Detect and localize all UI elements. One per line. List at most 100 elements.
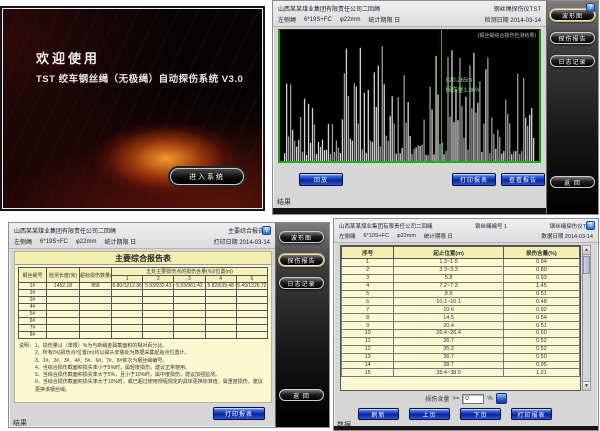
report-row[interactable]: 5# <box>19 311 268 318</box>
damage-filter: 损伤含量 >= % <box>334 393 598 404</box>
damage-row[interactable]: 2 3.3~3.3 0.80 <box>342 266 580 274</box>
action-button[interactable]: 上页 <box>409 408 450 420</box>
damage-row[interactable]: 6 10.1~10.1 0.48 <box>342 298 580 306</box>
cell-index: 14 <box>342 361 394 369</box>
sub-col-header: 4 <box>205 276 236 283</box>
scroll-down-icon[interactable]: ▼ <box>583 381 590 390</box>
cell-position: 26.4~26.4 <box>394 330 503 338</box>
splash-screen: 欢迎使用 TST 绞车钢丝绳（无极绳）自动探伤系统 V3.0 进入系统 <box>0 6 265 211</box>
company-label: 山西某某煤业集团有限责任公司二回绳 <box>278 4 380 13</box>
cursor-damage: 损伤量1.86% <box>446 87 481 97</box>
cell-damage-5 <box>236 311 267 318</box>
damage-row[interactable]: 15 38.4~38.5 1.21 <box>342 369 580 377</box>
report-row[interactable]: 6# <box>19 318 268 325</box>
damage-row[interactable]: 13 36.7 0.50 <box>342 353 580 361</box>
cell-position: 38.7 <box>394 361 503 369</box>
cell-damage-3 <box>174 311 205 318</box>
note-line: 3、1#、2#、3#、4#、5#、6#、7#、8#依次为钢丝绳编号。 <box>35 358 267 365</box>
report-row[interactable]: 4# <box>19 304 268 311</box>
cell-damage-1 <box>112 318 143 325</box>
col-damage: 损伤含量(%) <box>503 247 579 259</box>
print-report-button[interactable]: 打印报表 <box>452 173 496 186</box>
report-notes: 说明： 1、损伤量以（单根）%为与新绳金属截面积的相对百分比。2、所有(%)损伤… <box>15 341 271 394</box>
damage-row[interactable]: 10 26.4~26.4 0.60 <box>342 330 580 338</box>
report-sheet: 主要综合报告表 钢丝绳号 检测长度(米) 超标损伤数量(处) 五处主要损伤点的损… <box>14 251 272 403</box>
waveform-chart[interactable]: (钢丝绳综合损伤检测结果) 820.265m 损伤量1.86% <box>278 29 541 163</box>
damage-row[interactable]: 9 20.4 0.51 <box>342 322 580 330</box>
cell-damage-5 <box>236 325 267 332</box>
sub-col-header: 1 <box>112 276 143 283</box>
cell-damage-5: 5.49/1326.72 <box>236 283 267 290</box>
menu-back-button[interactable]: 返 回 <box>279 389 324 401</box>
report-row[interactable]: 1# 1452.18 868 6.80/1212.36 5.93/932.43 … <box>19 283 268 290</box>
cell-rope-no: 6# <box>19 318 47 325</box>
side-menu: 波形图 探伤报告 日志记录 返 回 <box>546 1 598 214</box>
cell-index: 8 <box>342 314 394 322</box>
damage-row[interactable]: 11 26.7 0.52 <box>342 337 580 345</box>
cell-damage: 1.45 <box>503 282 579 290</box>
report-row[interactable]: 8# <box>19 332 268 339</box>
table-scrollbar[interactable]: ▲ ▼ <box>582 245 591 391</box>
menu-report-button[interactable]: 探伤报告 <box>550 32 595 44</box>
help-icon[interactable]: ? <box>262 226 271 235</box>
damage-row[interactable]: 3 5.8 0.93 <box>342 274 580 282</box>
action-button[interactable]: 下页 <box>460 408 501 420</box>
waveform-window: 山西某某煤业集团有限责任公司二回绳 钢丝绳探伤仪TST 左侧绳 6*19S+FC… <box>272 0 599 215</box>
cell-rope-no: 5# <box>19 311 47 318</box>
cell-damage-2 <box>143 304 174 311</box>
report-row[interactable]: 2# <box>19 290 268 297</box>
view-report-button[interactable]: 查看报告 <box>501 173 545 186</box>
menu-log-button[interactable]: 日志记录 <box>279 277 324 289</box>
cell-length <box>47 304 80 311</box>
damage-row[interactable]: 5 8.9 0.51 <box>342 290 580 298</box>
cell-position: 5.8 <box>394 274 503 282</box>
enter-system-button[interactable]: 进入系统 <box>170 168 244 185</box>
damage-row[interactable]: 12 35.2 0.52 <box>342 345 580 353</box>
filter-apply-button[interactable] <box>496 393 507 404</box>
report-row[interactable]: 3# <box>19 297 268 304</box>
menu-report-button[interactable]: 探伤报告 <box>279 254 324 266</box>
cell-index: 13 <box>342 353 394 361</box>
col-count: 超标损伤数量(处) <box>80 268 112 283</box>
cell-damage: 0.48 <box>503 298 579 306</box>
damage-list-window: 山西某某煤业集团有限责任公司二回绳 钢丝绳编号 1 钢丝绳探伤仪TST 左侧绳 … <box>333 218 599 431</box>
damage-row[interactable]: 4 7.2~7.3 1.45 <box>342 282 580 290</box>
print-report-button[interactable]: 打印报表 <box>213 407 265 420</box>
cell-index: 15 <box>342 369 394 377</box>
menu-waveform-button[interactable]: 波形图 <box>279 231 324 243</box>
damage-row[interactable]: 1 1.3~1.5 0.94 <box>342 259 580 267</box>
help-icon[interactable]: ? <box>586 3 595 12</box>
cell-count <box>80 290 112 297</box>
help-icon[interactable]: ? <box>586 221 595 230</box>
action-button[interactable]: 刷新 <box>358 408 399 420</box>
menu-back-button[interactable]: 返 回 <box>550 176 595 188</box>
cell-rope-no: 7# <box>19 325 47 332</box>
replay-button[interactable]: 回放 <box>299 173 343 186</box>
date-label: 打印日期 2014-03-14 <box>214 237 270 246</box>
damage-row[interactable]: 14 38.7 0.95 <box>342 361 580 369</box>
cell-damage: 0.60 <box>503 330 579 338</box>
scrollbar-thumb[interactable] <box>583 256 590 274</box>
damage-row[interactable]: 8 14.5 0.54 <box>342 314 580 322</box>
cell-damage-1 <box>112 297 143 304</box>
cell-damage: 0.54 <box>503 314 579 322</box>
bottom-band <box>334 426 598 430</box>
cell-damage: 0.51 <box>503 322 579 330</box>
cell-damage-3: 5.93/961.42 <box>174 283 205 290</box>
rope-label: 左侧绳 <box>14 237 32 246</box>
rope-label: 左侧绳 <box>278 15 296 24</box>
cell-damage-4: 5.82/639.48 <box>205 283 236 290</box>
damage-row[interactable]: 7 10.6 0.92 <box>342 306 580 314</box>
cell-damage: 0.50 <box>503 353 579 361</box>
report-row[interactable]: 7# <box>19 325 268 332</box>
col-position: 起止位置(m) <box>394 247 503 259</box>
chart-cursor-line[interactable] <box>441 30 442 161</box>
cell-length <box>47 311 80 318</box>
cell-damage-1: 6.80/1212.36 <box>112 283 143 290</box>
damage-table: 序号 起止位置(m) 损伤含量(%) 1 1.3~1.5 0.94 2 3.3 <box>341 246 580 377</box>
action-button[interactable]: 打印报表 <box>511 408 552 420</box>
scroll-up-icon[interactable]: ▲ <box>583 246 590 255</box>
menu-log-button[interactable]: 日志记录 <box>550 55 595 67</box>
bottom-band <box>273 208 546 214</box>
filter-value-input[interactable] <box>462 394 484 404</box>
